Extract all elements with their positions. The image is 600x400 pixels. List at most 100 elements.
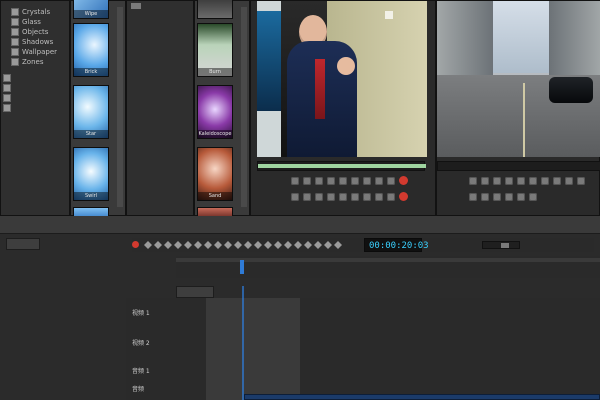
tool-icon[interactable] xyxy=(224,241,232,249)
tool-icon[interactable] xyxy=(304,241,312,249)
expand-icon xyxy=(3,84,11,92)
effect-thumb[interactable] xyxy=(197,0,233,19)
tool-button[interactable] xyxy=(291,193,299,201)
tool-icon[interactable] xyxy=(314,241,322,249)
folder-icon xyxy=(11,48,19,56)
mark-in-button[interactable] xyxy=(351,177,359,185)
buildings-left xyxy=(437,1,493,75)
tool-icon[interactable] xyxy=(184,241,192,249)
tool-icon[interactable] xyxy=(274,241,282,249)
tool-button[interactable] xyxy=(315,193,323,201)
folder-icon xyxy=(11,8,19,16)
zoom-slider[interactable] xyxy=(482,241,520,249)
timeline-ruler[interactable] xyxy=(176,256,600,278)
tool-button[interactable] xyxy=(469,193,477,201)
tool-button[interactable] xyxy=(481,193,489,201)
goto-out-button[interactable] xyxy=(387,177,395,185)
tool-button[interactable] xyxy=(517,193,525,201)
tool-icon[interactable] xyxy=(254,241,262,249)
tool-icon[interactable] xyxy=(294,241,302,249)
left-panel-tab[interactable] xyxy=(6,238,40,250)
transition-thumb[interactable]: Star xyxy=(73,85,109,139)
record-icon[interactable] xyxy=(399,192,408,201)
thumb-caption: Wipe xyxy=(74,10,108,18)
loop-button[interactable] xyxy=(517,177,525,185)
tree-item[interactable] xyxy=(3,73,14,83)
tree-item[interactable] xyxy=(3,93,14,103)
goto-in-button[interactable] xyxy=(375,177,383,185)
prev-frame-button[interactable] xyxy=(291,177,299,185)
tool-icon[interactable] xyxy=(244,241,252,249)
tool-button[interactable] xyxy=(493,193,501,201)
tree-item[interactable]: Crystals xyxy=(11,7,50,17)
transition-thumb[interactable]: Swirl xyxy=(73,147,109,201)
tool-icon[interactable] xyxy=(284,241,292,249)
mark-in-button[interactable] xyxy=(529,177,537,185)
tree-item[interactable]: Zones xyxy=(11,57,43,67)
tool-icon[interactable] xyxy=(194,241,202,249)
tool-button[interactable] xyxy=(303,193,311,201)
tool-icon[interactable] xyxy=(164,241,172,249)
tool-icon[interactable] xyxy=(214,241,222,249)
tool-button[interactable] xyxy=(505,193,513,201)
stop-button[interactable] xyxy=(493,177,501,185)
tree-item[interactable]: Glass xyxy=(11,17,41,27)
stop-button[interactable] xyxy=(315,177,323,185)
transition-thumb[interactable]: Wipe xyxy=(73,0,109,19)
source-scrubber[interactable] xyxy=(257,161,426,171)
record-icon[interactable] xyxy=(399,176,408,185)
next-frame-button[interactable] xyxy=(505,177,513,185)
timecode-text: 00:00:20:03 xyxy=(369,241,429,251)
timeline-tab[interactable] xyxy=(176,286,214,298)
folder-icon xyxy=(11,28,19,36)
goto-in-button[interactable] xyxy=(553,177,561,185)
light-fixture xyxy=(385,11,393,19)
tool-icon[interactable] xyxy=(204,241,212,249)
tool-button[interactable] xyxy=(351,193,359,201)
next-frame-button[interactable] xyxy=(327,177,335,185)
track-label-audio: 音频 xyxy=(132,386,145,393)
tool-icon[interactable] xyxy=(234,241,242,249)
tool-icon[interactable] xyxy=(144,241,152,249)
tool-button[interactable] xyxy=(327,193,335,201)
record-icon[interactable] xyxy=(132,241,139,248)
play-button[interactable] xyxy=(303,177,311,185)
tool-button[interactable] xyxy=(387,193,395,201)
mark-out-button[interactable] xyxy=(541,177,549,185)
play-button[interactable] xyxy=(481,177,489,185)
tool-icon[interactable] xyxy=(334,241,342,249)
tool-button[interactable] xyxy=(363,193,371,201)
effect-thumb[interactable]: Sand xyxy=(197,147,233,201)
extra-button[interactable] xyxy=(577,177,585,185)
timeline-clip[interactable] xyxy=(244,394,600,400)
thumb-caption: Brick xyxy=(74,68,108,76)
tree-item[interactable]: Shadows xyxy=(11,37,53,47)
program-scrubber[interactable] xyxy=(437,161,600,171)
transition-thumb[interactable]: Brick xyxy=(73,23,109,77)
loop-button[interactable] xyxy=(339,177,347,185)
effect-thumb[interactable]: Burn xyxy=(197,23,233,77)
tool-icon[interactable] xyxy=(324,241,332,249)
tool-button[interactable] xyxy=(339,193,347,201)
library-scrollbar[interactable] xyxy=(117,7,123,207)
bin-icon xyxy=(131,3,141,9)
playhead[interactable] xyxy=(240,260,244,274)
tool-button[interactable] xyxy=(529,193,537,201)
folder-icon xyxy=(11,18,19,26)
effects-scrollbar[interactable] xyxy=(241,7,247,207)
tree-item[interactable]: Wallpaper xyxy=(11,47,57,57)
prev-frame-button[interactable] xyxy=(469,177,477,185)
tree-item[interactable]: Objects xyxy=(11,27,48,37)
mark-out-button[interactable] xyxy=(363,177,371,185)
tool-icon[interactable] xyxy=(154,241,162,249)
effects-library: Burn Kaleidoscope Sand xyxy=(194,0,250,219)
goto-out-button[interactable] xyxy=(565,177,573,185)
tree-item[interactable] xyxy=(3,103,14,113)
tree-item[interactable] xyxy=(3,83,14,93)
tool-icon[interactable] xyxy=(264,241,272,249)
effect-thumb[interactable]: Kaleidoscope xyxy=(197,85,233,139)
zoom-handle[interactable] xyxy=(501,243,509,248)
left-bottom-panel xyxy=(0,216,126,400)
tool-icon[interactable] xyxy=(174,241,182,249)
tool-button[interactable] xyxy=(375,193,383,201)
